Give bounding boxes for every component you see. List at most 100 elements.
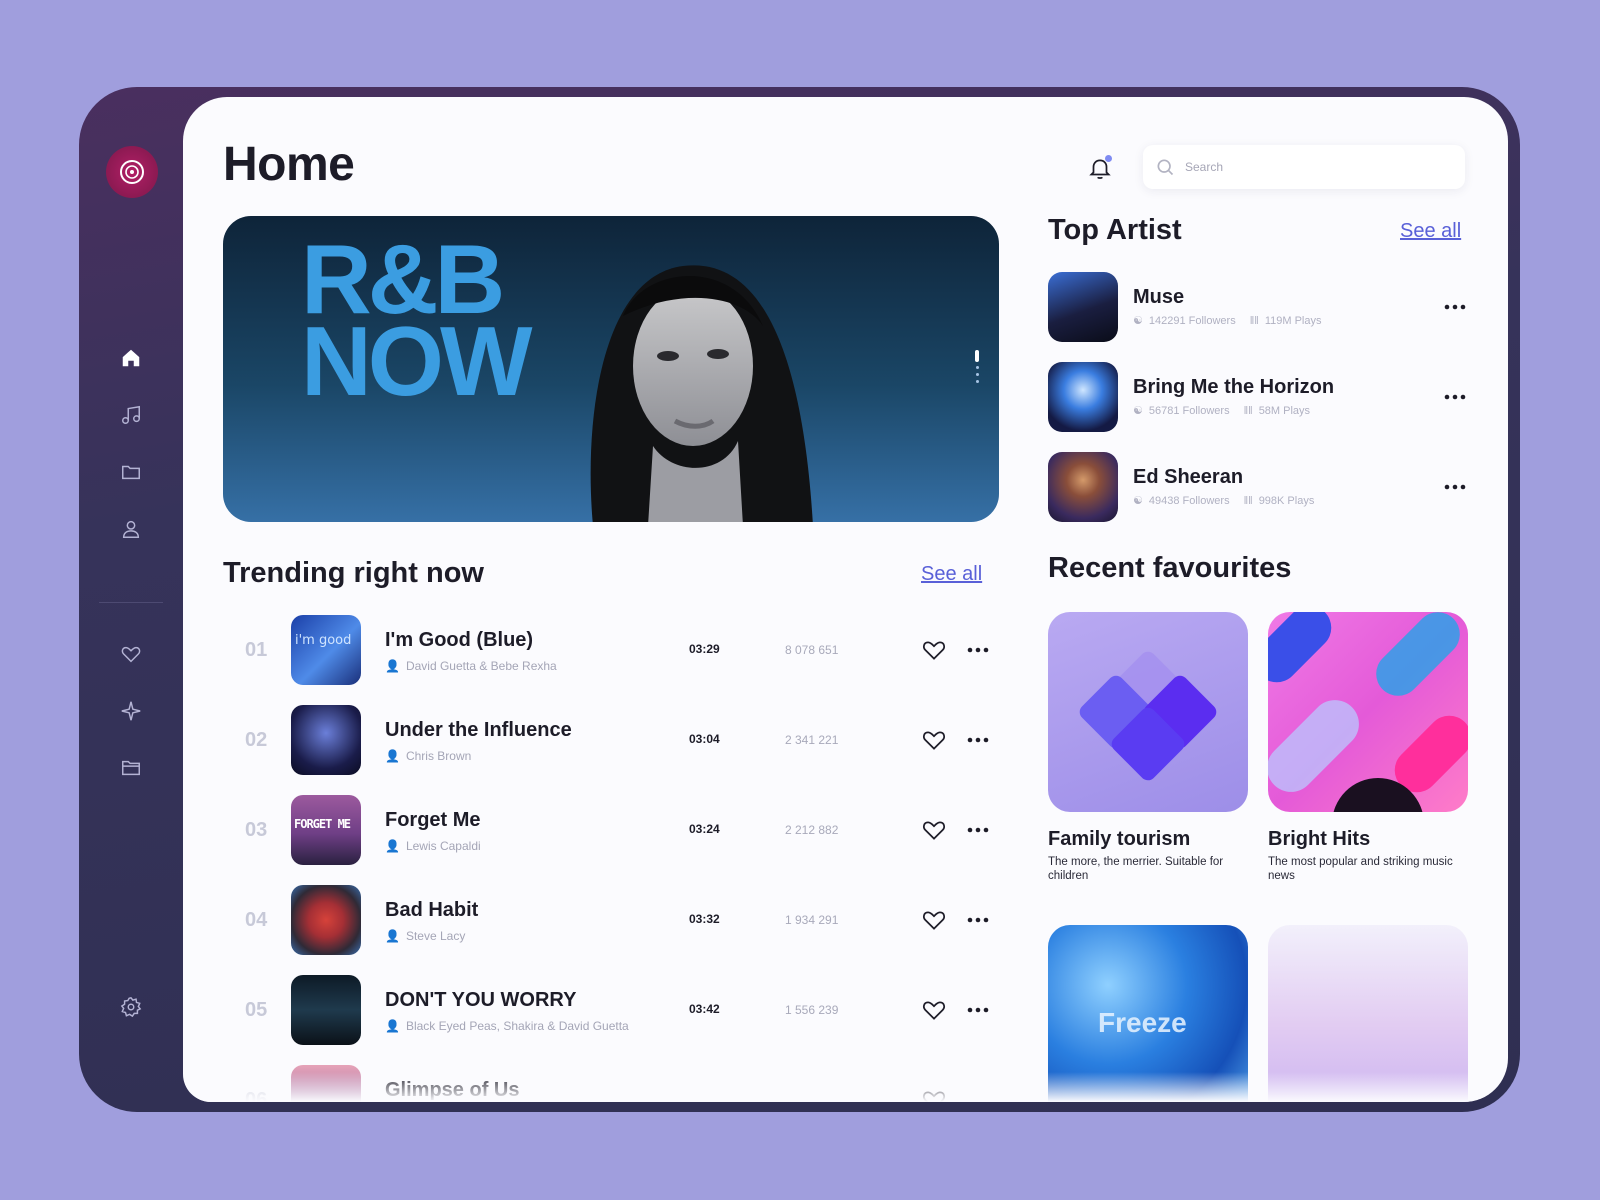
nav-music[interactable] bbox=[118, 402, 144, 428]
track-title[interactable]: I'm Good (Blue) bbox=[385, 629, 533, 652]
track-cover bbox=[291, 1065, 361, 1102]
artist-stats: ☯ 142291 Followers ‖‖ 119M Plays bbox=[1133, 314, 1322, 328]
more-options-button[interactable] bbox=[965, 817, 991, 843]
followers-icon: ☯ bbox=[1133, 315, 1143, 327]
track-title[interactable]: Bad Habit bbox=[385, 899, 478, 922]
playlist-cover: Freeze bbox=[1048, 925, 1248, 1102]
playlist-description: The more, the merrier. Suitable for chil… bbox=[1048, 856, 1224, 882]
track-title[interactable]: Under the Influence bbox=[385, 719, 572, 742]
track-artist[interactable]: 👤 Black Eyed Peas, Shakira & David Guetta bbox=[385, 1019, 629, 1033]
artist-photo bbox=[1048, 272, 1118, 342]
artist-followers: 142291 Followers bbox=[1148, 314, 1236, 327]
more-options-button[interactable] bbox=[1442, 384, 1468, 410]
artist-name[interactable]: Ed Sheeran bbox=[1133, 466, 1243, 489]
track-cover: i'm good bbox=[291, 615, 361, 685]
artist-row[interactable]: Ed Sheeran ☯ 49438 Followers ‖‖ 998K Pla… bbox=[1048, 452, 1468, 522]
diamond-art bbox=[1079, 651, 1217, 781]
settings-icon bbox=[120, 997, 142, 1018]
track-plays: 1 934 291 bbox=[785, 913, 839, 927]
artist-icon: 👤 bbox=[385, 659, 400, 673]
more-options-button[interactable] bbox=[1442, 474, 1468, 500]
banner-scroll-indicator[interactable] bbox=[975, 350, 979, 383]
trending-see-all-link[interactable]: See all bbox=[921, 563, 982, 586]
track-number: 06 bbox=[245, 1089, 268, 1102]
nav-library[interactable] bbox=[118, 755, 144, 781]
track-duration: 03:42 bbox=[689, 1002, 720, 1016]
nav-profile[interactable] bbox=[118, 516, 144, 542]
track-row[interactable]: 03 FORGET ME Forget Me 👤 Lewis Capaldi 03… bbox=[223, 795, 999, 865]
track-row[interactable]: 06 Glimpse of Us bbox=[223, 1065, 999, 1102]
sparkle-icon bbox=[121, 701, 141, 721]
like-button[interactable] bbox=[921, 817, 947, 843]
more-options-button[interactable] bbox=[965, 727, 991, 753]
track-title[interactable]: Glimpse of Us bbox=[385, 1079, 519, 1102]
more-options-button[interactable] bbox=[1442, 294, 1468, 320]
track-artist-name: Steve Lacy bbox=[405, 929, 466, 943]
nav-discover[interactable] bbox=[118, 698, 144, 724]
main-content: Home Search R&B NOW Trending right now S… bbox=[183, 97, 1508, 1102]
app-logo[interactable] bbox=[106, 146, 158, 198]
search-input[interactable]: Search bbox=[1143, 145, 1465, 189]
banner-title: R&B NOW bbox=[301, 230, 532, 410]
track-artist[interactable]: 👤 David Guetta & Bebe Rexha bbox=[385, 659, 557, 673]
track-artist-name: Black Eyed Peas, Shakira & David Guetta bbox=[405, 1019, 629, 1033]
playlist-card[interactable] bbox=[1268, 925, 1468, 1102]
sidebar bbox=[79, 87, 183, 1112]
heart-icon bbox=[922, 821, 946, 840]
artist-followers: 56781 Followers bbox=[1148, 404, 1230, 417]
notification-dot bbox=[1105, 155, 1112, 162]
nav-settings[interactable] bbox=[118, 994, 144, 1020]
artist-name[interactable]: Bring Me the Horizon bbox=[1133, 376, 1334, 399]
track-row[interactable]: 04 Bad Habit 👤 Steve Lacy 03:32 1 934 291 bbox=[223, 885, 999, 955]
artist-photo bbox=[1048, 362, 1118, 432]
like-button[interactable] bbox=[921, 907, 947, 933]
heart-icon bbox=[121, 646, 141, 663]
artist-name[interactable]: Muse bbox=[1133, 286, 1184, 309]
track-number: 05 bbox=[245, 999, 268, 1021]
track-artist-name: David Guetta & Bebe Rexha bbox=[405, 659, 557, 673]
like-button[interactable] bbox=[921, 637, 947, 663]
track-title[interactable]: Forget Me bbox=[385, 809, 481, 832]
folder-icon bbox=[122, 465, 140, 480]
track-number: 01 bbox=[245, 639, 268, 661]
followers-icon: ☯ bbox=[1133, 495, 1143, 507]
notifications-button[interactable] bbox=[1087, 155, 1113, 181]
folder-icon bbox=[122, 760, 140, 776]
top-artist-title: Top Artist bbox=[1048, 214, 1182, 246]
nav-folder[interactable] bbox=[118, 459, 144, 485]
app-frame: Home Search R&B NOW Trending right now S… bbox=[79, 87, 1520, 1112]
like-button[interactable] bbox=[921, 997, 947, 1023]
track-artist-name: Lewis Capaldi bbox=[405, 839, 481, 853]
track-row[interactable]: 01 i'm good I'm Good (Blue) 👤 David Guett… bbox=[223, 615, 999, 685]
nav-home[interactable] bbox=[118, 345, 144, 371]
artist-row[interactable]: Bring Me the Horizon ☯ 56781 Followers ‖… bbox=[1048, 362, 1468, 432]
artist-plays: 119M Plays bbox=[1264, 314, 1322, 327]
top-artist-see-all-link[interactable]: See all bbox=[1400, 220, 1461, 243]
heart-icon bbox=[922, 1091, 946, 1102]
track-title[interactable]: DON'T YOU WORRY bbox=[385, 989, 576, 1012]
nav-favourites[interactable] bbox=[118, 641, 144, 667]
more-options-button[interactable] bbox=[965, 907, 991, 933]
track-artist[interactable]: 👤 Lewis Capaldi bbox=[385, 839, 481, 853]
more-dots-icon bbox=[1444, 394, 1466, 400]
playlist-card[interactable]: Bright Hits The most popular and strikin… bbox=[1268, 612, 1468, 883]
track-row[interactable]: 05 DON'T YOU WORRY 👤 Black Eyed Peas, Sha… bbox=[223, 975, 999, 1045]
plays-icon: ‖‖ bbox=[1249, 314, 1259, 327]
playlist-card[interactable]: Family tourism The more, the merrier. Su… bbox=[1048, 612, 1248, 883]
more-options-button[interactable] bbox=[965, 637, 991, 663]
track-plays: 1 556 239 bbox=[785, 1003, 839, 1017]
track-artist[interactable]: 👤 Chris Brown bbox=[385, 749, 471, 763]
artist-row[interactable]: Muse ☯ 142291 Followers ‖‖ 119M Plays bbox=[1048, 272, 1468, 342]
featured-banner[interactable]: R&B NOW bbox=[223, 216, 999, 522]
more-dots-icon bbox=[967, 737, 989, 743]
track-artist[interactable]: 👤 Steve Lacy bbox=[385, 929, 465, 943]
playlist-card[interactable]: Freeze bbox=[1048, 925, 1248, 1102]
artist-icon: 👤 bbox=[385, 839, 400, 853]
like-button[interactable] bbox=[921, 1087, 947, 1102]
more-options-button[interactable] bbox=[965, 997, 991, 1023]
like-button[interactable] bbox=[921, 727, 947, 753]
artist-photo bbox=[1048, 452, 1118, 522]
track-row[interactable]: 02 Under the Influence 👤 Chris Brown 03:0… bbox=[223, 705, 999, 775]
playlist-cover bbox=[1268, 925, 1468, 1102]
playlist-title: Bright Hits bbox=[1268, 828, 1371, 850]
